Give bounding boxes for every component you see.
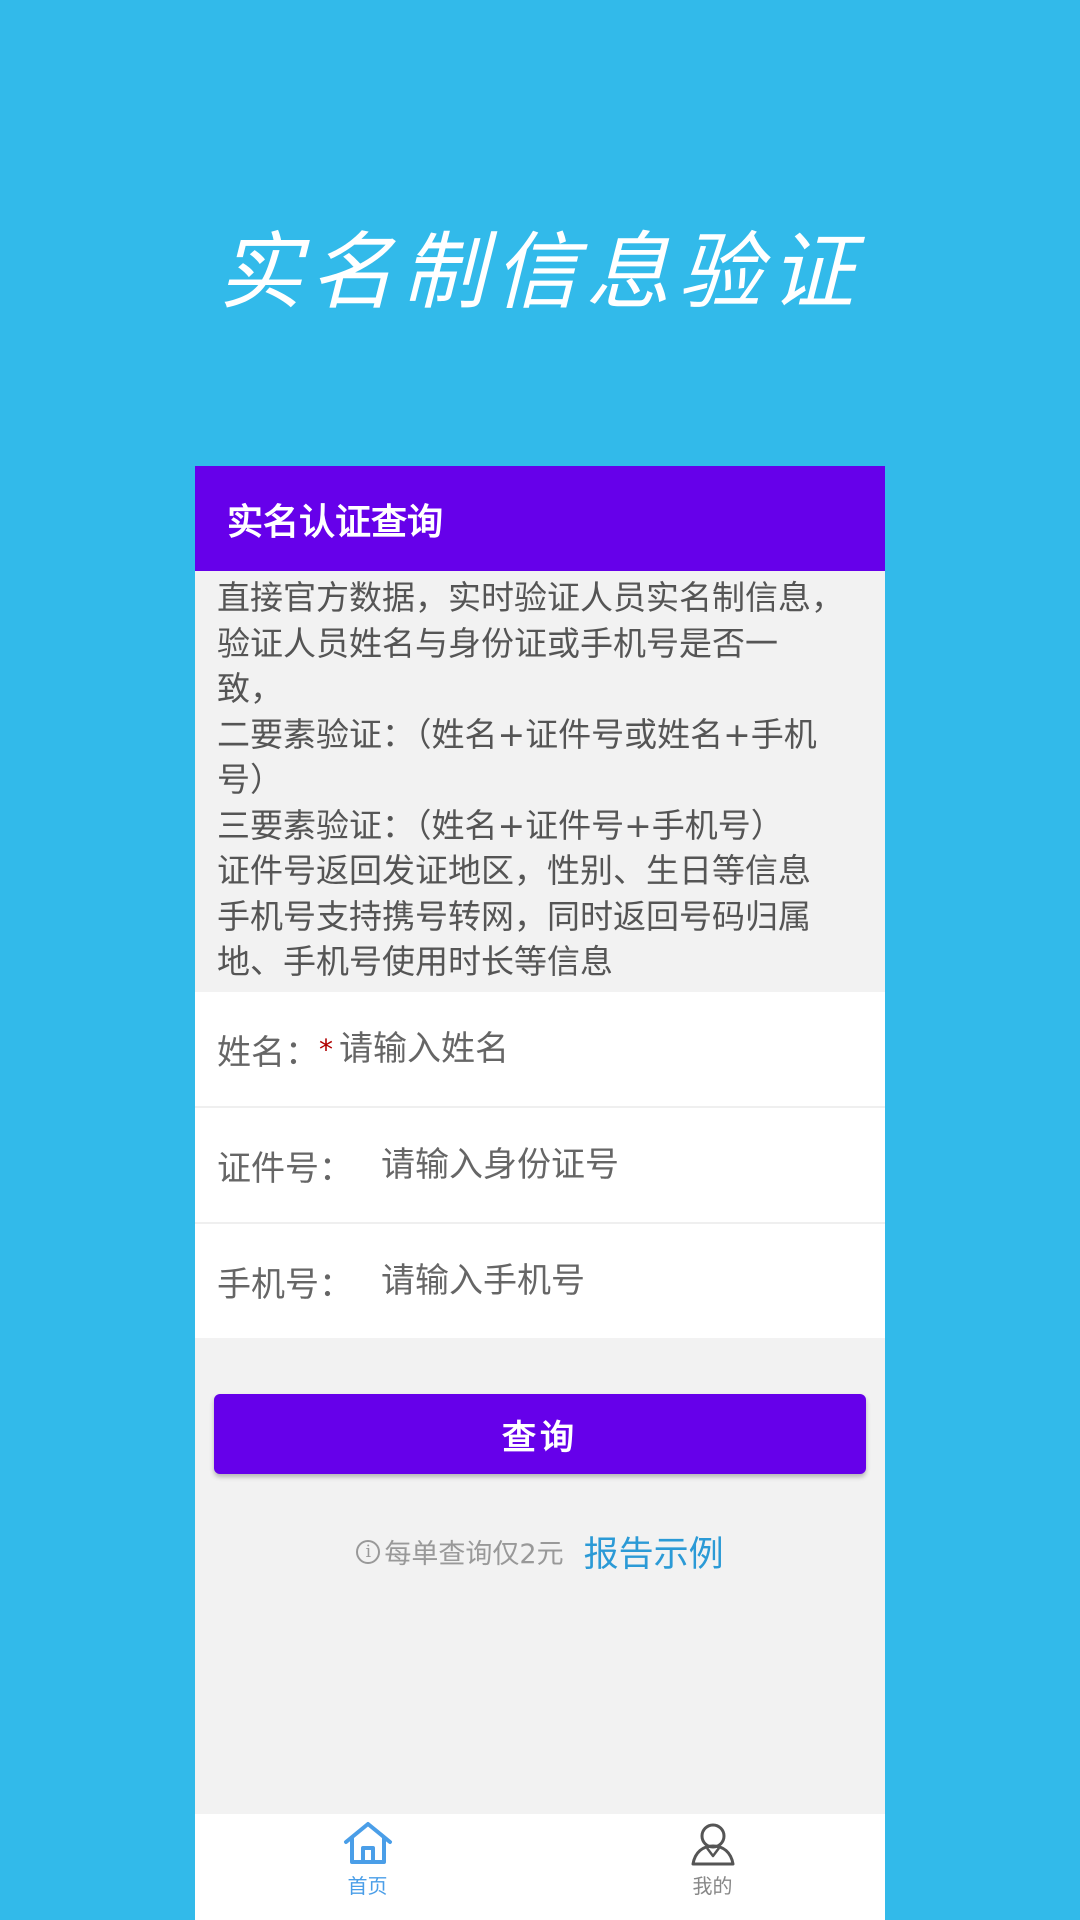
tab-home[interactable]: 首页 (195, 1814, 540, 1920)
description-line: 手机号支持携号转网，同时返回号码归属 (217, 896, 811, 936)
description-line: 致， (217, 669, 283, 708)
description-line: 二要素验证：（姓名+证件号或姓名+手机 (217, 714, 817, 754)
description-line: 证件号返回发证地区，性别、生日等信息 (217, 851, 811, 890)
tab-mine-label: 我的 (692, 1874, 733, 1898)
query-form: 姓名： * 证件号： 手机号： (195, 992, 885, 1338)
phone-row: 手机号： (195, 1224, 885, 1338)
id-number-row: 证件号： (195, 1108, 885, 1224)
id-number-input[interactable] (381, 1145, 761, 1185)
app-bar-title: 实名认证查询 (227, 501, 444, 543)
info-circle-icon: i (356, 1539, 381, 1564)
home-icon (342, 1820, 394, 1866)
phone-input[interactable] (381, 1261, 761, 1301)
description-line: 直接官方数据，实时验证人员实名制信息， (217, 578, 844, 617)
description-line: 三要素验证：（姓名+证件号+手机号） (217, 805, 784, 845)
hero-title: 实名制信息验证 (217, 223, 862, 321)
price-info: i 每单查询仅2元 报告示例 (195, 1526, 885, 1577)
name-label: 姓名： (217, 1032, 319, 1073)
required-mark: * (319, 1032, 333, 1066)
id-number-label: 证件号： (217, 1148, 353, 1189)
description-line: 地、手机号使用时长等信息 (217, 942, 613, 981)
name-row: 姓名： * (195, 992, 885, 1108)
description-line: 验证人员姓名与身份证或手机号是否一 (217, 623, 778, 663)
user-icon (687, 1820, 739, 1866)
bottom-tabbar: 首页 我的 (195, 1814, 885, 1920)
phone-label: 手机号： (217, 1264, 353, 1305)
report-example-link[interactable]: 报告示例 (584, 1526, 724, 1577)
app-bar: 实名认证查询 (195, 466, 885, 571)
tab-mine[interactable]: 我的 (540, 1814, 885, 1920)
query-button[interactable]: 查询 (214, 1394, 866, 1474)
tab-home-label: 首页 (347, 1874, 388, 1898)
app-screen: 实名认证查询 直接官方数据，实时验证人员实名制信息， 验证人员姓名与身份证或手机… (195, 466, 885, 1920)
name-input[interactable] (339, 1029, 719, 1069)
price-text: 每单查询仅2元 (384, 1539, 564, 1570)
description-line: 号） (217, 760, 283, 799)
description-panel: 直接官方数据，实时验证人员实名制信息， 验证人员姓名与身份证或手机号是否一 致，… (195, 571, 885, 992)
